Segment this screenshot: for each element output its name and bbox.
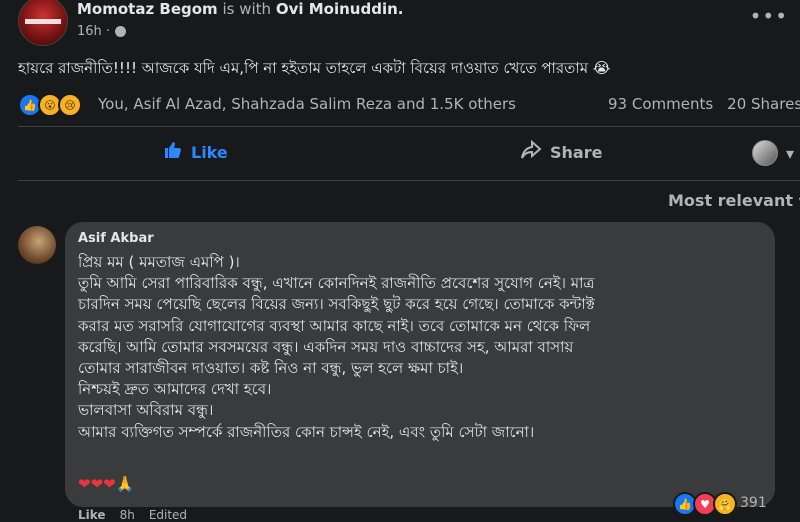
divider <box>18 126 800 127</box>
audience-selector[interactable]: ▾ <box>752 140 794 166</box>
post-time[interactable]: 16h · <box>77 24 110 39</box>
comment-like-button[interactable]: Like <box>78 508 106 522</box>
poster-avatar[interactable] <box>18 0 68 46</box>
reaction-icons[interactable]: 👍 😮 😢 <box>18 93 82 117</box>
comment-line: আমার ব্যক্তিগত সম্পর্কে রাজনীতির কোন চান… <box>78 422 535 441</box>
comments-count[interactable]: 93 Comments <box>608 95 713 113</box>
care-reaction-icon: 🤗 <box>713 492 737 516</box>
shares-count[interactable]: 20 Shares <box>727 95 800 113</box>
sort-comments-dropdown[interactable]: Most relevant ▾ <box>668 191 800 210</box>
like-label: Like <box>191 142 228 162</box>
comment-line: করেছি। আমি তোমার সবসময়ের বন্ধু। একদিন স… <box>78 337 574 356</box>
comment-reaction-icons[interactable]: 👍 ♥ 🤗 <box>673 492 737 516</box>
comment-reaction-count[interactable]: 391 <box>740 495 767 511</box>
chevron-down-icon: ▾ <box>786 143 795 163</box>
comment-line: ভালবাসা অবিরাম বন্ধু। <box>78 401 214 420</box>
comment-line: করার মত সরাসরি যোগাযোগের ব্যবস্থা আমার ক… <box>78 316 591 335</box>
with-text: is with <box>222 0 272 18</box>
share-label: Share <box>550 142 603 162</box>
comment-line: চারদিন সময় পেয়েছি ছেলের বিয়ের জন্য। স… <box>78 295 595 314</box>
like-button[interactable]: Like <box>163 140 228 164</box>
audience-avatar <box>752 140 778 166</box>
share-button[interactable]: Share <box>520 139 603 164</box>
comment-author[interactable]: Asif Akbar <box>78 231 154 246</box>
more-dots-icon[interactable]: ••• <box>750 4 788 28</box>
comment-line: তুমি আমি সেরা পারিবারিক বন্ধু, এখানে কোন… <box>78 274 595 293</box>
comment-line: প্রিয় মম ( মমতাজ এমপি )। <box>78 253 240 271</box>
reaction-names[interactable]: You, Asif Al Azad, Shahzada Salim Reza a… <box>98 95 516 113</box>
engagement-counts: 93 Comments 20 Shares <box>608 95 800 113</box>
tagged-name[interactable]: Ovi Moinuddin. <box>276 0 404 18</box>
post-meta: 16h · <box>77 24 127 39</box>
pray-emoji: 🙏 <box>115 475 135 493</box>
comment-text: প্রিয় মম ( মমতাজ এমপি )। তুমি আমি সেরা … <box>78 252 768 443</box>
divider <box>18 180 800 181</box>
poster-name[interactable]: Momotaz Begom <box>77 0 218 18</box>
post-text: হায়রে রাজনীতি!!!! আজকে যদি এম,পি না হইত… <box>18 59 611 77</box>
post-header: Momotaz Begom is with Ovi Moinuddin. <box>77 0 403 18</box>
action-bar: Like Share ▾ <box>0 139 800 170</box>
comment-footer: Like 8h Edited <box>78 508 187 522</box>
comment-edited: Edited <box>148 508 188 522</box>
comment-line: তোমার সারাজীবন দাওয়াত। কষ্ট নিও না বন্ধ… <box>78 359 464 378</box>
share-arrow-icon <box>520 139 542 164</box>
globe-icon <box>115 26 127 37</box>
thumbs-up-icon <box>163 140 183 164</box>
hearts-emoji: ❤❤❤ <box>78 475 116 493</box>
comment-time[interactable]: 8h <box>120 508 135 522</box>
sad-reaction-icon: 😢 <box>58 93 82 117</box>
comment-line: নিশ্চয়ই দ্রুত আমাদের দেখা হবে। <box>78 380 272 399</box>
commenter-avatar[interactable] <box>18 226 56 264</box>
comment-emoji-line: ❤❤❤🙏 <box>78 475 134 493</box>
